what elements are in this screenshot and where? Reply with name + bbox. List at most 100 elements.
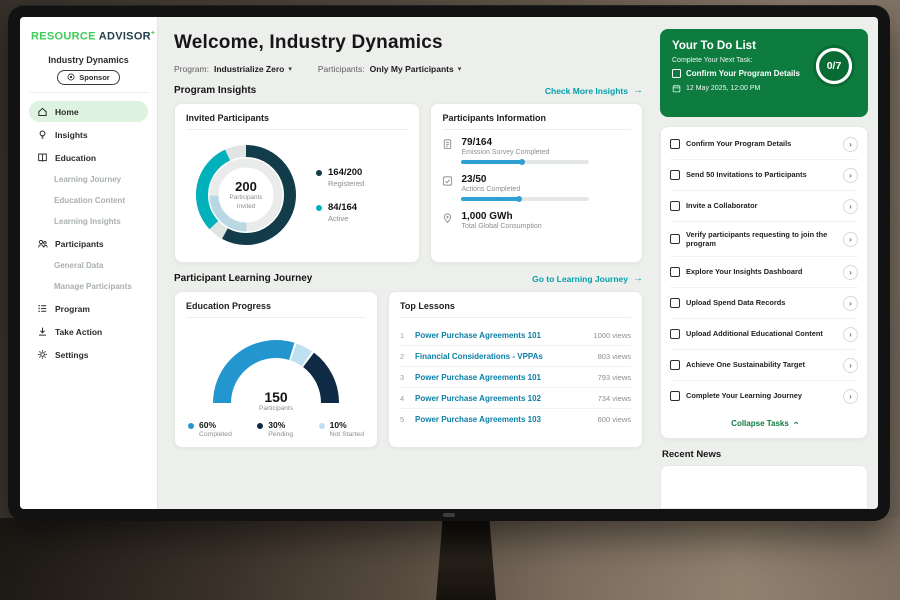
sidebar-item-participants[interactable]: Participants: [29, 233, 148, 254]
org-block: Industry Dynamics Sponsor: [29, 55, 148, 87]
checkbox-icon[interactable]: [670, 234, 680, 244]
sidebar-item-home[interactable]: Home: [29, 101, 148, 122]
chevron-right-icon[interactable]: ›: [843, 137, 858, 152]
task-row[interactable]: Confirm Your Program Details ›: [670, 129, 858, 160]
sidebar-item-take-action[interactable]: Take Action: [29, 321, 148, 342]
todo-progress-ring: 0/7: [811, 43, 857, 89]
arrow-right-icon: →: [633, 85, 643, 96]
sidebar-item-education-content[interactable]: Education Content: [29, 191, 148, 210]
lesson-row[interactable]: 2 Financial Considerations - VPPAs 803 v…: [400, 346, 631, 367]
monitor-bezel: RESOURCE ADVISOR+ Industry Dynamics Spon…: [8, 5, 890, 521]
todo-tasks-card: Confirm Your Program Details › Send 50 I…: [660, 126, 868, 439]
education-progress-title: Education Progress: [186, 301, 366, 318]
invited-donut-chart: 200 Participants Invited: [190, 139, 302, 251]
sponsor-badge[interactable]: Sponsor: [57, 70, 119, 85]
chevron-right-icon[interactable]: ›: [843, 358, 858, 373]
task-row[interactable]: Send 50 Invitations to Participants ›: [670, 160, 858, 191]
chevron-right-icon[interactable]: ›: [843, 296, 858, 311]
recent-news-card: [660, 465, 868, 509]
go-to-learning-journey-link[interactable]: Go to Learning Journey →: [532, 273, 643, 284]
sidebar: RESOURCE ADVISOR+ Industry Dynamics Spon…: [20, 17, 158, 509]
checkbox-icon[interactable]: [670, 298, 680, 308]
dashboard-screen: RESOURCE ADVISOR+ Industry Dynamics Spon…: [20, 17, 878, 509]
checkbox-icon[interactable]: [672, 69, 681, 78]
sidebar-item-insights[interactable]: Insights: [29, 124, 148, 145]
chevron-right-icon[interactable]: ›: [843, 327, 858, 342]
gauge-center: 150 Participants: [201, 389, 351, 412]
checkbox-icon[interactable]: [670, 170, 680, 180]
learning-journey-title: Participant Learning Journey: [174, 273, 312, 284]
checkbox-icon[interactable]: [670, 201, 680, 211]
sidebar-item-learning-insights[interactable]: Learning Insights: [29, 212, 148, 231]
gauge-legend: 60% Completed 30% Pending: [186, 412, 366, 438]
monitor-logo: [443, 513, 455, 517]
task-row[interactable]: Upload Spend Data Records ›: [670, 288, 858, 319]
org-name: Industry Dynamics: [29, 55, 148, 65]
completed-dot-icon: [188, 423, 194, 429]
todo-progress-count: 0/7: [811, 43, 857, 89]
brand-plus: +: [151, 30, 155, 37]
task-row[interactable]: Verify participants requesting to join t…: [670, 222, 858, 257]
participants-filter[interactable]: Participants: Only My Participants ▾: [318, 64, 461, 74]
lesson-row[interactable]: 3 Power Purchase Agreements 101 793 view…: [400, 367, 631, 388]
page-title: Welcome, Industry Dynamics: [174, 32, 643, 54]
active-dot-icon: [316, 205, 322, 211]
checkbox-icon[interactable]: [670, 391, 680, 401]
lesson-row[interactable]: 4 Power Purchase Agreements 102 734 view…: [400, 388, 631, 409]
chevron-right-icon[interactable]: ›: [843, 199, 858, 214]
book-icon: [37, 152, 48, 163]
invited-participants-card: Invited Participants: [174, 103, 420, 263]
chevron-up-icon: ›: [790, 422, 800, 425]
task-row[interactable]: Upload Additional Educational Content ›: [670, 319, 858, 350]
task-row[interactable]: Explore Your Insights Dashboard ›: [670, 257, 858, 288]
checklist-icon: [442, 175, 453, 187]
progress-bar: [461, 197, 589, 201]
task-row[interactable]: Achieve One Sustainability Target ›: [670, 350, 858, 381]
sidebar-item-general-data[interactable]: General Data: [29, 256, 148, 275]
chevron-right-icon[interactable]: ›: [843, 389, 858, 404]
program-filter-label: Program:: [174, 64, 209, 74]
learning-journey-header: Participant Learning Journey Go to Learn…: [174, 273, 643, 284]
brand-logo: RESOURCE ADVISOR+: [29, 30, 148, 43]
progress-bar: [461, 160, 589, 164]
check-more-insights-link[interactable]: Check More Insights →: [545, 85, 643, 96]
education-count: 150: [201, 389, 351, 405]
checkbox-icon[interactable]: [670, 360, 680, 370]
checkbox-icon[interactable]: [670, 267, 680, 277]
sidebar-divider: [29, 92, 148, 93]
chevron-right-icon[interactable]: ›: [843, 168, 858, 183]
program-insights-header: Program Insights Check More Insights →: [174, 85, 643, 96]
sidebar-item-learning-journey[interactable]: Learning Journey: [29, 170, 148, 189]
chevron-right-icon[interactable]: ›: [843, 265, 858, 280]
checkbox-icon[interactable]: [670, 329, 680, 339]
program-filter[interactable]: Program: Industrialize Zero ▾: [174, 64, 292, 74]
home-icon: [37, 106, 48, 117]
legend-completed: 60% Completed: [188, 420, 232, 438]
registered-dot-icon: [316, 170, 322, 176]
sidebar-item-education[interactable]: Education: [29, 147, 148, 168]
task-row[interactable]: Invite a Collaborator ›: [670, 191, 858, 222]
lesson-row[interactable]: 5 Power Purchase Agreements 103 600 view…: [400, 409, 631, 429]
location-pin-icon: [442, 212, 453, 224]
lesson-row[interactable]: 1 Power Purchase Agreements 101 1000 vie…: [400, 325, 631, 346]
sidebar-item-program[interactable]: Program: [29, 298, 148, 319]
emission-survey-stat: 79/164 Emission Survey Completed: [442, 137, 631, 164]
legend-registered: 164/200 Registered: [316, 167, 364, 188]
legend-active: 84/164 Active: [316, 202, 364, 223]
arrow-right-icon: →: [633, 273, 643, 284]
invited-participants-title: Invited Participants: [186, 113, 408, 130]
filters-row: Program: Industrialize Zero ▾ Participan…: [174, 64, 643, 74]
lightbulb-icon: [37, 129, 48, 140]
consumption-stat: 1,000 GWh Total Global Consumption: [442, 211, 631, 234]
task-row[interactable]: Complete Your Learning Journey ›: [670, 381, 858, 411]
collapse-tasks-button[interactable]: Collapse Tasks ›: [670, 411, 858, 436]
chevron-right-icon[interactable]: ›: [843, 232, 858, 247]
chevron-down-icon: ▾: [288, 65, 292, 73]
checkbox-icon[interactable]: [670, 139, 680, 149]
sidebar-item-manage-participants[interactable]: Manage Participants: [29, 277, 148, 296]
education-progress-card: Education Progress 150 Participants: [174, 291, 378, 448]
sidebar-item-settings[interactable]: Settings: [29, 344, 148, 365]
top-lessons-title: Top Lessons: [400, 301, 631, 318]
actions-completed-stat: 23/50 Actions Completed: [442, 174, 631, 201]
top-lessons-card: Top Lessons 1 Power Purchase Agreements …: [388, 291, 643, 448]
